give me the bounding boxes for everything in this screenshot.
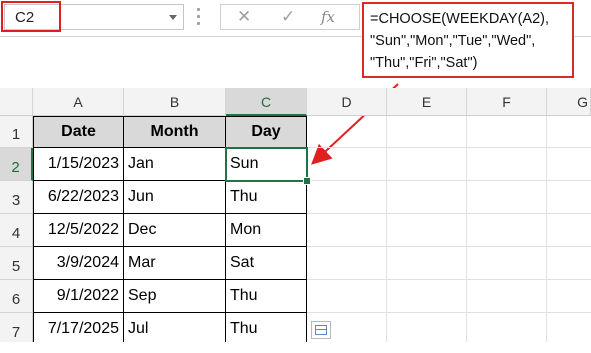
column-header-a[interactable]: A	[33, 88, 124, 116]
row-header-6[interactable]: 6	[0, 280, 33, 313]
column-header-g[interactable]: G	[547, 88, 591, 116]
cell-month[interactable]: Jun	[124, 181, 226, 214]
cell-value: Mar	[128, 254, 156, 271]
cell-value: Thu	[230, 188, 258, 205]
auto-fill-options-button[interactable]	[311, 321, 331, 339]
header-date[interactable]: Date	[33, 116, 124, 148]
cell-value: 12/5/2022	[47, 221, 119, 238]
cell-day[interactable]: Thu	[226, 181, 307, 214]
cell-value: 1/15/2023	[47, 155, 119, 172]
cell-date[interactable]: 1/15/2023	[33, 148, 124, 181]
fill-handle[interactable]	[303, 177, 311, 185]
column-header-b[interactable]: B	[124, 88, 226, 116]
auto-fill-options-icon	[315, 325, 327, 335]
cell-value: Mon	[230, 221, 262, 238]
empty-cells[interactable]	[307, 116, 591, 342]
cell-value: Jan	[128, 155, 154, 172]
cell-month[interactable]: Jan	[124, 148, 226, 181]
row-header-2[interactable]: 2	[0, 148, 33, 181]
active-cell-border	[225, 147, 308, 182]
cell-month[interactable]: Mar	[124, 247, 226, 280]
cell-month[interactable]: Jul	[124, 313, 226, 342]
select-all-corner[interactable]	[0, 88, 33, 116]
cell-value: Jun	[128, 188, 154, 205]
cell-date[interactable]: 12/5/2022	[33, 214, 124, 247]
cell-value: Jul	[128, 320, 149, 337]
cell-day[interactable]: Sat	[226, 247, 307, 280]
column-header-e[interactable]: E	[387, 88, 467, 116]
cell-value: Dec	[128, 221, 157, 238]
cell-month[interactable]: Dec	[124, 214, 226, 247]
cell-value: 7/17/2025	[47, 320, 119, 337]
cell-value: Sep	[128, 287, 157, 304]
cell-day[interactable]: Thu	[226, 313, 307, 342]
header-month[interactable]: Month	[124, 116, 226, 148]
cell-value: 9/1/2022	[56, 287, 119, 304]
cell-value: Sat	[230, 254, 255, 271]
header-day[interactable]: Day	[226, 116, 307, 148]
cell-value: Thu	[230, 320, 258, 337]
row-header-5[interactable]: 5	[0, 247, 33, 280]
cell-value: 3/9/2024	[56, 254, 119, 271]
cell-day[interactable]: Mon	[226, 214, 307, 247]
row-header-4[interactable]: 4	[0, 214, 33, 247]
row-header-3[interactable]: 3	[0, 181, 33, 214]
column-header-f[interactable]: F	[467, 88, 547, 116]
row-header-1[interactable]: 1	[0, 116, 33, 148]
row-header-7[interactable]: 7	[0, 313, 33, 342]
column-header-c[interactable]: C	[226, 88, 307, 116]
cell-date[interactable]: 6/22/2023	[33, 181, 124, 214]
cell-value: 6/22/2023	[47, 188, 119, 205]
cell-month[interactable]: Sep	[124, 280, 226, 313]
cell-value: Thu	[230, 287, 258, 304]
cell-date[interactable]: 7/17/2025	[33, 313, 124, 342]
cell-day[interactable]: Thu	[226, 280, 307, 313]
cell-date[interactable]: 9/1/2022	[33, 280, 124, 313]
column-header-d[interactable]: D	[307, 88, 387, 116]
cell-date[interactable]: 3/9/2024	[33, 247, 124, 280]
